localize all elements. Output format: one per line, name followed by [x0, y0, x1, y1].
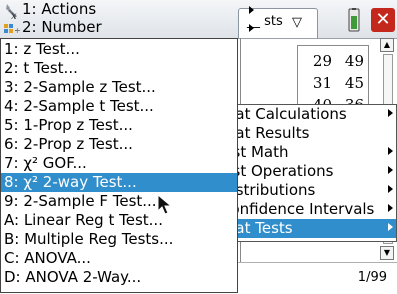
mouse-pointer-icon	[157, 194, 173, 215]
menu-item-chi-square-gof[interactable]: 7: χ² GOF...	[1, 154, 237, 173]
cell[interactable]: 49	[330, 52, 364, 70]
menu-item-2-sample-t-test[interactable]: 4: 2-Sample t Test...	[1, 97, 237, 116]
tools-icon: x ÷	[4, 4, 21, 34]
svg-text:x: x	[11, 11, 17, 22]
menu-item-stat-calculations[interactable]: Stat Calculations	[217, 105, 396, 124]
battery-icon	[348, 8, 360, 32]
menu-item-1-prop-z-test[interactable]: 5: 1-Prop z Test...	[1, 116, 237, 135]
menu-item-anova-2-way[interactable]: D: ANOVA 2-Way...	[1, 268, 237, 287]
cell[interactable]: 29	[298, 52, 332, 70]
statistics-menu: Stat Calculations Stat Results List Math…	[216, 104, 397, 242]
menu-item-list-operations[interactable]: List Operations	[217, 162, 396, 181]
menu-item-label: Stat Calculations	[220, 105, 347, 123]
scroll-up-icon[interactable]: ▲	[380, 38, 394, 52]
chevron-right-icon	[249, 24, 254, 32]
menu-item-linear-reg-t-test[interactable]: A: Linear Reg t Test...	[1, 211, 237, 230]
menu-item-z-test[interactable]: 1: z Test...	[1, 40, 237, 59]
tab-dropdown-icon[interactable]: ▽	[292, 10, 302, 36]
page-indicator: 1/99	[357, 270, 387, 285]
menu-item-2-sample-z-test[interactable]: 3: 2-Sample z Test...	[1, 78, 237, 97]
menu-item-chi-square-2-way-test[interactable]: 8: χ² 2-way Test...	[1, 173, 237, 192]
cell[interactable]: 45	[330, 74, 364, 92]
menu-item-anova[interactable]: C: ANOVA...	[1, 249, 237, 268]
menu-item-2-sample-f-test[interactable]: 9: 2-Sample F Test...	[1, 192, 237, 211]
svg-text:÷: ÷	[14, 26, 21, 34]
chevron-right-icon	[388, 147, 393, 155]
chevron-right-icon	[388, 223, 393, 231]
menu-item-t-test[interactable]: 2: t Test...	[1, 59, 237, 78]
chevron-right-icon	[388, 109, 393, 117]
chevron-right-icon	[388, 166, 393, 174]
menu-item-list-math[interactable]: List Math	[217, 143, 396, 162]
menu-item-distributions[interactable]: Distributions	[217, 181, 396, 200]
menu-item-2-prop-z-test[interactable]: 6: 2-Prop z Test...	[1, 135, 237, 154]
tab-label: sts	[264, 14, 283, 29]
scroll-down-icon[interactable]: ▼	[380, 246, 394, 260]
menu-item-confidence-intervals[interactable]: Confidence Intervals	[217, 200, 396, 219]
menu-item-stat-results[interactable]: Stat Results	[217, 124, 396, 143]
chevron-right-icon	[388, 204, 393, 212]
chevron-right-icon	[249, 6, 254, 14]
menu-item-multiple-reg-tests[interactable]: B: Multiple Reg Tests...	[1, 230, 237, 249]
menu-item-number[interactable]: 2: Number	[22, 19, 102, 36]
menu-item-label: Confidence Intervals	[220, 200, 375, 218]
main-menu: x ÷ 1: Actions 2: Number	[0, 0, 258, 38]
menu-item-actions[interactable]: 1: Actions	[22, 1, 96, 18]
menu-item-stat-tests[interactable]: Stat Tests	[217, 219, 396, 238]
chevron-right-icon	[388, 185, 393, 193]
cell[interactable]: 31	[298, 74, 332, 92]
close-icon[interactable]: ✕	[371, 8, 395, 32]
stat-tests-menu: 1: z Test... 2: t Test... 3: 2-Sample z …	[0, 38, 238, 293]
